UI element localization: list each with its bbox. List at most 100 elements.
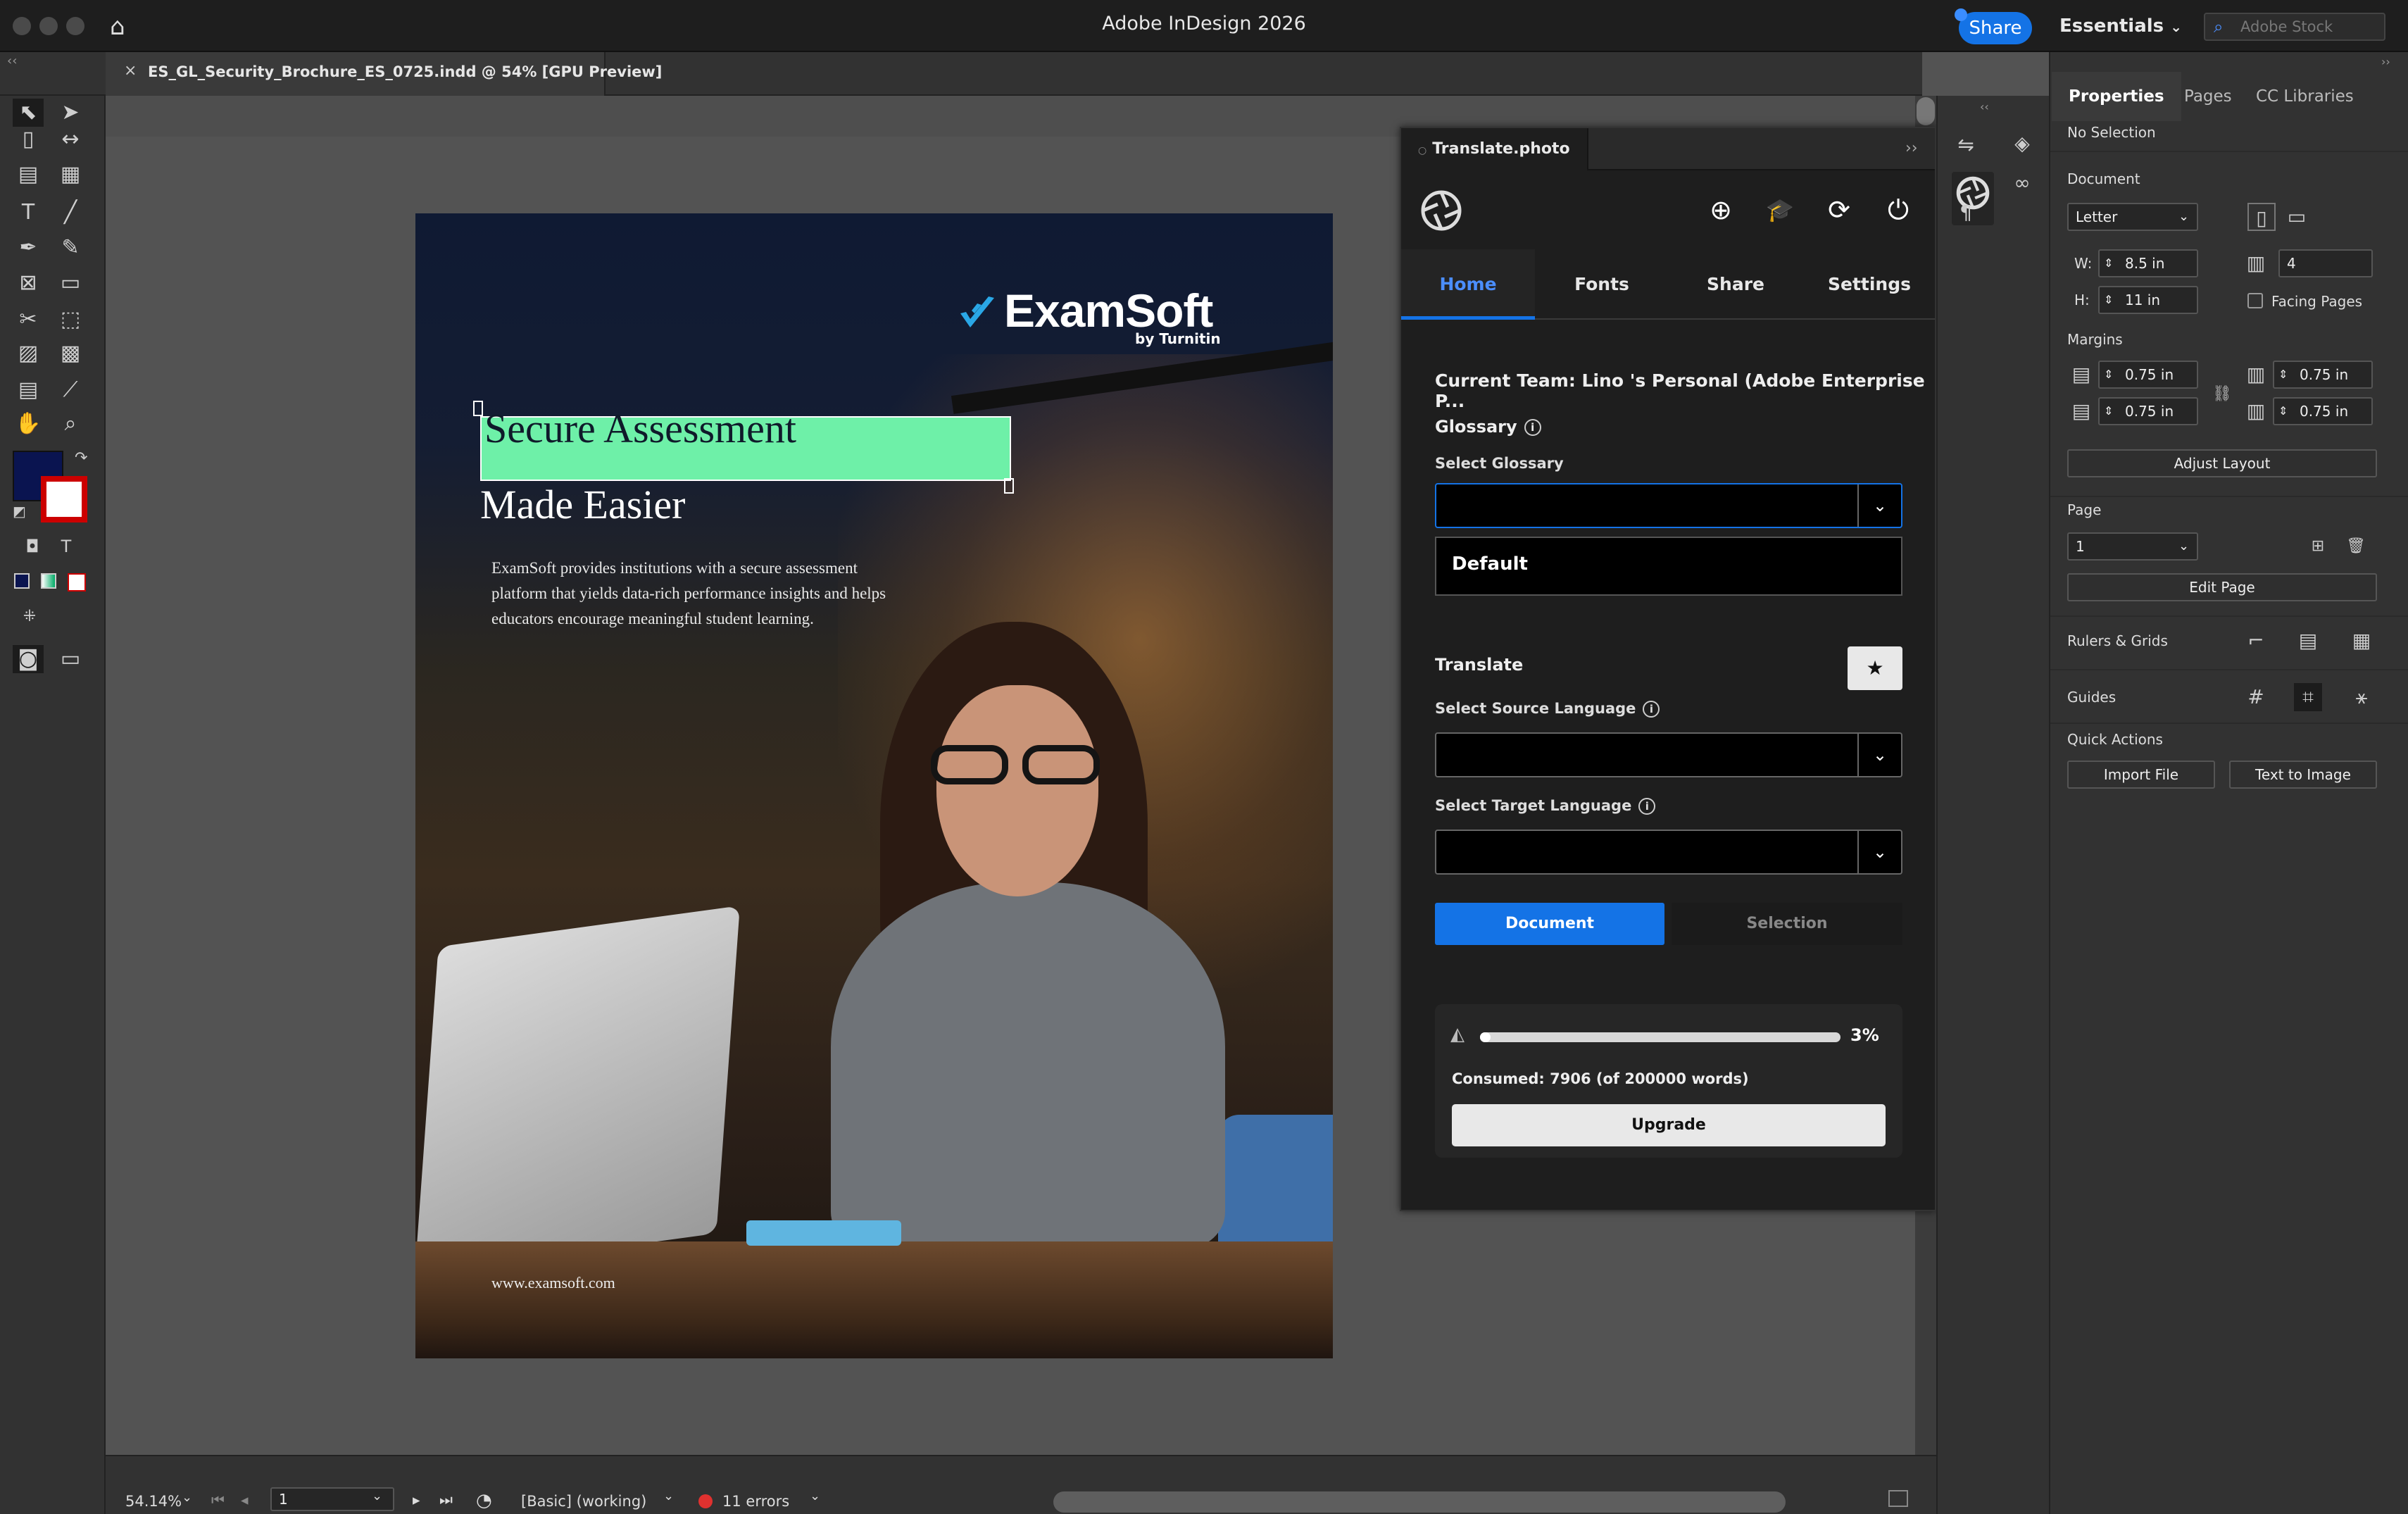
stepper-icon[interactable]: ⇕: [2104, 362, 2113, 387]
frame-handle-top-left[interactable]: [473, 401, 483, 416]
source-language-select[interactable]: ⌄: [1435, 732, 1902, 777]
headline-line-1[interactable]: Secure Assessment: [484, 405, 796, 452]
gap-tool-icon[interactable]: ↔: [55, 125, 86, 154]
share-button[interactable]: Share: [1959, 12, 2032, 44]
import-file-button[interactable]: Import File: [2067, 761, 2215, 789]
tab-cc-libraries[interactable]: CC Libraries: [2256, 72, 2354, 121]
add-page-icon[interactable]: ⊞: [2304, 532, 2332, 561]
tab-properties[interactable]: Properties: [2052, 72, 2181, 121]
content-collector-icon[interactable]: ▤: [13, 161, 44, 189]
preflight-icon[interactable]: ⁜: [14, 603, 45, 631]
errors-chevron-icon[interactable]: ⌄: [810, 1489, 820, 1503]
gradient-tool-icon[interactable]: ▨: [13, 339, 44, 368]
facing-pages-checkbox[interactable]: [2247, 293, 2263, 308]
info-icon[interactable]: i: [1638, 798, 1656, 815]
document-page[interactable]: ExamSoft by Turnitin Secure Assessment M…: [415, 213, 1333, 1358]
chevron-down-icon[interactable]: ⌄: [2178, 204, 2189, 230]
line-tool-icon[interactable]: ╱: [55, 199, 86, 227]
note-tool-icon[interactable]: ▤: [13, 376, 44, 404]
paragraph-icon[interactable]: ¶: [1952, 199, 1980, 227]
direct-selection-tool-icon[interactable]: ➤: [55, 99, 86, 127]
adobe-stock-search[interactable]: ⌕ Adobe Stock: [2204, 13, 2385, 41]
delete-page-icon[interactable]: 🗑: [2342, 532, 2370, 561]
height-field[interactable]: 11 in ⇕: [2098, 286, 2198, 314]
chevron-down-icon[interactable]: ⌄: [1857, 484, 1901, 527]
apply-color-icon[interactable]: [14, 573, 30, 589]
vertical-scroll-thumb[interactable]: [1917, 97, 1935, 125]
apply-none-icon[interactable]: [68, 573, 86, 592]
stepper-icon[interactable]: ⇕: [2104, 287, 2113, 313]
collapse-panel-icon[interactable]: ››: [2381, 55, 2390, 68]
close-tab-icon[interactable]: ×: [124, 62, 137, 80]
landscape-orientation-icon[interactable]: ▭: [2283, 203, 2311, 231]
tab-settings[interactable]: Settings: [1802, 249, 1936, 320]
free-transform-tool-icon[interactable]: ⬚: [55, 306, 86, 334]
edit-page-button[interactable]: Edit Page: [2067, 573, 2377, 601]
tab-pages[interactable]: Pages: [2184, 72, 2232, 121]
show-guides-icon[interactable]: #: [2242, 683, 2270, 711]
page-size-select[interactable]: Letter ⌄: [2067, 203, 2198, 231]
pages-count-field[interactable]: 4: [2278, 249, 2373, 277]
screen-mode-icon[interactable]: ▭: [55, 645, 86, 673]
globe-icon[interactable]: ⊕: [1702, 192, 1739, 228]
mode-selection-button[interactable]: Selection: [1672, 903, 1902, 945]
preflight-errors[interactable]: 11 errors: [722, 1493, 789, 1510]
horizontal-scroll-thumb[interactable]: [1053, 1491, 1786, 1513]
chevron-down-icon[interactable]: ⌄: [1857, 831, 1901, 873]
info-icon[interactable]: i: [1524, 419, 1541, 436]
power-icon[interactable]: ⏻: [1880, 192, 1917, 228]
links-icon[interactable]: ∞: [2008, 169, 2036, 197]
pen-tool-icon[interactable]: ✒: [13, 234, 44, 262]
margin-right-field[interactable]: 0.75 in ⇕: [2273, 397, 2373, 425]
link-margins-icon[interactable]: ⛓: [2208, 380, 2236, 408]
page-chevron-icon[interactable]: ⌄: [372, 1489, 382, 1503]
width-field[interactable]: 8.5 in ⇕: [2098, 249, 2198, 277]
rulers-icon[interactable]: ⌐: [2242, 627, 2270, 655]
margin-top-field[interactable]: 0.75 in ⇕: [2098, 361, 2198, 389]
open-preflight-icon[interactable]: ◔: [476, 1490, 492, 1511]
frame-handle-bottom-right[interactable]: [1004, 478, 1014, 494]
headline-line-2[interactable]: Made Easier: [480, 481, 685, 528]
page-tool-icon[interactable]: ▯: [13, 125, 44, 154]
stepper-icon[interactable]: ⇕: [2104, 399, 2113, 424]
normal-view-icon[interactable]: ◙: [13, 645, 44, 673]
next-page-icon[interactable]: ▸: [413, 1491, 420, 1508]
zoom-level[interactable]: 54.14%: [125, 1493, 182, 1510]
favorite-star-icon[interactable]: ★: [1848, 646, 1902, 690]
pencil-tool-icon[interactable]: ✎: [55, 234, 86, 262]
baseline-grid-icon[interactable]: ▤: [2294, 627, 2322, 655]
chevron-down-icon[interactable]: ⌄: [1857, 734, 1901, 776]
layers-icon[interactable]: ◈: [2008, 130, 2036, 158]
stepper-icon[interactable]: ⇕: [2278, 399, 2288, 424]
stroke-swatch[interactable]: [41, 476, 87, 523]
last-page-icon[interactable]: ⏭: [439, 1491, 453, 1509]
body-description[interactable]: ExamSoft provides institutions with a se…: [491, 556, 914, 632]
zoom-chevron-icon[interactable]: ⌄: [182, 1490, 192, 1505]
glossary-select[interactable]: ⌄: [1435, 483, 1902, 528]
stepper-icon[interactable]: ⇕: [2278, 362, 2288, 387]
margin-left-field[interactable]: 0.75 in ⇕: [2273, 361, 2373, 389]
rectangle-tool-icon[interactable]: ▭: [55, 269, 86, 297]
text-to-image-button[interactable]: Text to Image: [2229, 761, 2377, 789]
margin-bottom-field[interactable]: 0.75 in ⇕: [2098, 397, 2198, 425]
formatting-container-icon[interactable]: ◘: [17, 532, 48, 561]
portrait-orientation-icon[interactable]: ▯: [2247, 203, 2276, 231]
expand-panel-icon[interactable]: ››: [1905, 139, 1918, 157]
workspace-switcher[interactable]: Essentials ⌄: [2059, 15, 2182, 37]
scissors-tool-icon[interactable]: ✂: [13, 306, 44, 334]
gradient-feather-tool-icon[interactable]: ▩: [55, 339, 86, 368]
swap-colors-icon[interactable]: ↷: [75, 449, 87, 467]
zoom-tool-icon[interactable]: ⌕: [55, 410, 86, 438]
page-select[interactable]: 1 ⌄: [2067, 532, 2198, 561]
default-colors-icon[interactable]: ◩: [13, 503, 26, 520]
chevron-down-icon[interactable]: ⌄: [2178, 534, 2189, 559]
collapse-tools-icon[interactable]: ‹‹: [7, 54, 17, 68]
selection-tool-icon[interactable]: ⬉: [13, 99, 44, 127]
profile-chevron-icon[interactable]: ⌄: [663, 1489, 674, 1503]
formatting-text-icon[interactable]: T: [51, 532, 82, 561]
type-tool-icon[interactable]: T: [13, 199, 44, 227]
target-language-select[interactable]: ⌄: [1435, 830, 1902, 875]
lock-guides-icon[interactable]: ⚹: [2347, 683, 2376, 711]
collapse-strip-icon[interactable]: ‹‹: [1980, 100, 1989, 113]
first-page-icon[interactable]: ⏮: [211, 1491, 225, 1509]
